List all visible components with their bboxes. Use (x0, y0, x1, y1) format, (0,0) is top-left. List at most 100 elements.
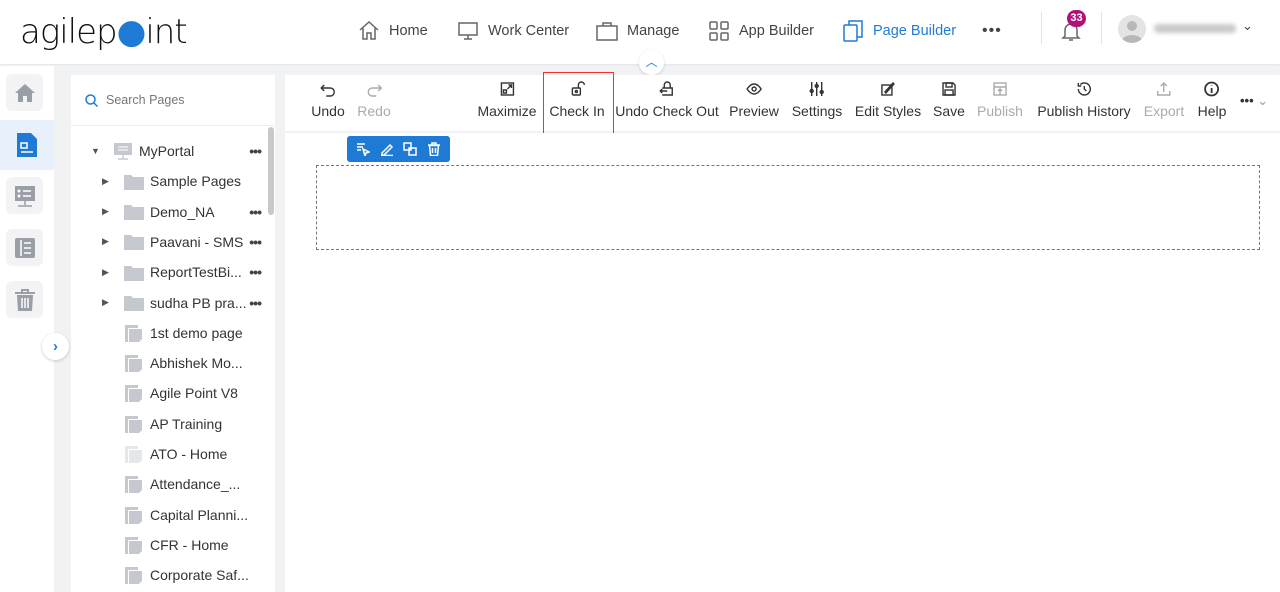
expand-panel-button[interactable]: › (42, 333, 69, 360)
item-label: ATO - Home (150, 446, 228, 462)
folder-item[interactable]: ▶ ReportTestBi... ••• (71, 258, 267, 286)
search-placeholder: Search Pages (106, 93, 185, 107)
caret-right-icon[interactable]: ▶ (102, 297, 112, 308)
caret-right-icon[interactable]: ▶ (102, 206, 112, 217)
page-item[interactable]: Attendance_... (71, 470, 267, 498)
folder-item[interactable]: ▶ Demo_NA ••• (71, 198, 267, 226)
portal-icon (14, 185, 35, 207)
eye-icon (746, 83, 762, 95)
search-pages-input[interactable]: Search Pages (71, 75, 275, 126)
item-label: CFR - Home (150, 536, 229, 553)
rail-list-button[interactable] (6, 229, 43, 266)
nav-label: Manage (627, 23, 680, 39)
page-icon (125, 567, 142, 585)
user-name-blurred[interactable] (1154, 24, 1236, 33)
briefcase-icon (596, 22, 618, 41)
redo-button[interactable]: Redo (357, 81, 391, 119)
chevron-down-icon: ⌄ (1257, 93, 1269, 108)
nav-manage[interactable]: Manage (595, 18, 679, 44)
caret-down-icon[interactable]: ▼ (91, 146, 101, 156)
settings-button[interactable]: Settings (792, 81, 842, 119)
button-label: Maximize (477, 103, 537, 119)
sliders-icon (809, 82, 825, 96)
more-options-icon[interactable]: ••• (249, 295, 262, 311)
monitor-icon (458, 22, 478, 40)
scrollbar[interactable] (268, 127, 274, 215)
folder-item[interactable]: ▶ Paavani - SMS ••• (71, 228, 267, 256)
maximize-button[interactable]: Maximize (477, 81, 537, 119)
portal-item[interactable]: ▼ MyPortal ••• (71, 137, 267, 165)
save-icon (942, 82, 956, 96)
caret-right-icon[interactable]: ▶ (102, 267, 112, 278)
more-options-icon[interactable]: ••• (249, 234, 262, 250)
rail-trash-button[interactable] (6, 281, 43, 318)
more-options-icon[interactable]: ••• (249, 143, 262, 159)
item-label: ReportTestBi... (150, 264, 242, 281)
help-button[interactable]: Help (1197, 81, 1227, 119)
nav-app-builder[interactable]: App Builder (707, 18, 814, 44)
agilepoint-logo[interactable]: agilep●int (20, 12, 188, 52)
export-button[interactable]: Export (1144, 81, 1184, 119)
folder-icon (124, 235, 144, 251)
page-item[interactable]: Corporate Saf... (71, 561, 267, 589)
rail-home-button[interactable] (6, 74, 43, 111)
page-icon (125, 536, 142, 554)
item-label: Attendance_... (150, 476, 241, 493)
nav-page-builder[interactable]: Page Builder (841, 18, 956, 44)
caret-right-icon[interactable]: ▶ (102, 236, 112, 247)
avatar[interactable] (1118, 15, 1146, 43)
select-icon[interactable] (356, 142, 370, 156)
collapse-header-button[interactable]: ︿ (639, 50, 664, 75)
button-label: Publish History (1037, 103, 1131, 119)
edit-styles-button[interactable]: Edit Styles (855, 81, 921, 119)
pencil-icon[interactable] (380, 142, 394, 156)
page-item[interactable]: Agile Point V8 (71, 379, 267, 407)
folder-item[interactable]: ▶ sudha PB pra... ••• (71, 289, 267, 317)
page-toolbar: Undo Redo Maximize Check In Undo Check Out Pr… (285, 75, 1280, 131)
more-options-button[interactable]: ••• ⌄ (1240, 93, 1268, 109)
publish-button[interactable]: Publish (977, 81, 1023, 119)
page-item[interactable]: AP Training (71, 410, 267, 438)
nav-label: Work Center (488, 23, 570, 39)
page-item[interactable]: CFR - Home (71, 531, 267, 559)
folder-icon (124, 265, 144, 281)
item-label: Capital Planni... (150, 506, 249, 523)
page-item[interactable]: ATO - Home (71, 440, 267, 468)
copy-icon[interactable] (403, 142, 418, 156)
item-label: Agile Point V8 (150, 385, 238, 402)
nav-label: Page Builder (873, 23, 957, 39)
more-options-icon[interactable]: ••• (249, 264, 262, 280)
grid-icon (709, 21, 729, 41)
folder-item[interactable]: ▶ Sample Pages (71, 167, 267, 195)
page-item[interactable]: Abhishek Mo... (71, 349, 267, 377)
history-icon (1077, 82, 1091, 96)
undo-button[interactable]: Undo (311, 81, 345, 119)
empty-container[interactable] (316, 165, 1260, 250)
divider (1101, 12, 1102, 44)
undo-check-out-button[interactable]: Undo Check Out (615, 81, 719, 119)
rail-portal-button[interactable] (6, 177, 43, 214)
caret-right-icon[interactable]: ▶ (102, 176, 112, 187)
page-item[interactable]: Capital Planni... (71, 501, 267, 529)
rail-pages-button[interactable] (0, 120, 54, 170)
nav-home[interactable]: Home (357, 18, 428, 44)
nav-work-center[interactable]: Work Center (456, 18, 569, 44)
save-button[interactable]: Save (933, 81, 965, 119)
more-options-icon[interactable]: ••• (249, 204, 262, 220)
undo-checkout-icon (659, 81, 673, 96)
chevron-down-icon[interactable]: ⌄ (1242, 18, 1253, 34)
divider (1041, 12, 1042, 44)
more-nav-button[interactable]: ••• (982, 18, 1002, 44)
item-label: MyPortal (139, 143, 195, 159)
item-label: sudha PB pra... (150, 294, 247, 311)
trash-icon[interactable] (427, 142, 441, 156)
publish-icon (993, 82, 1007, 96)
page-icon (125, 506, 142, 524)
page-item[interactable]: 1st demo page (71, 319, 267, 347)
page-icon (125, 355, 142, 373)
preview-button[interactable]: Preview (729, 81, 779, 119)
publish-history-button[interactable]: Publish History (1037, 81, 1131, 119)
undo-icon (320, 84, 335, 97)
page-icon (125, 385, 142, 403)
button-label: Help (1197, 103, 1227, 119)
